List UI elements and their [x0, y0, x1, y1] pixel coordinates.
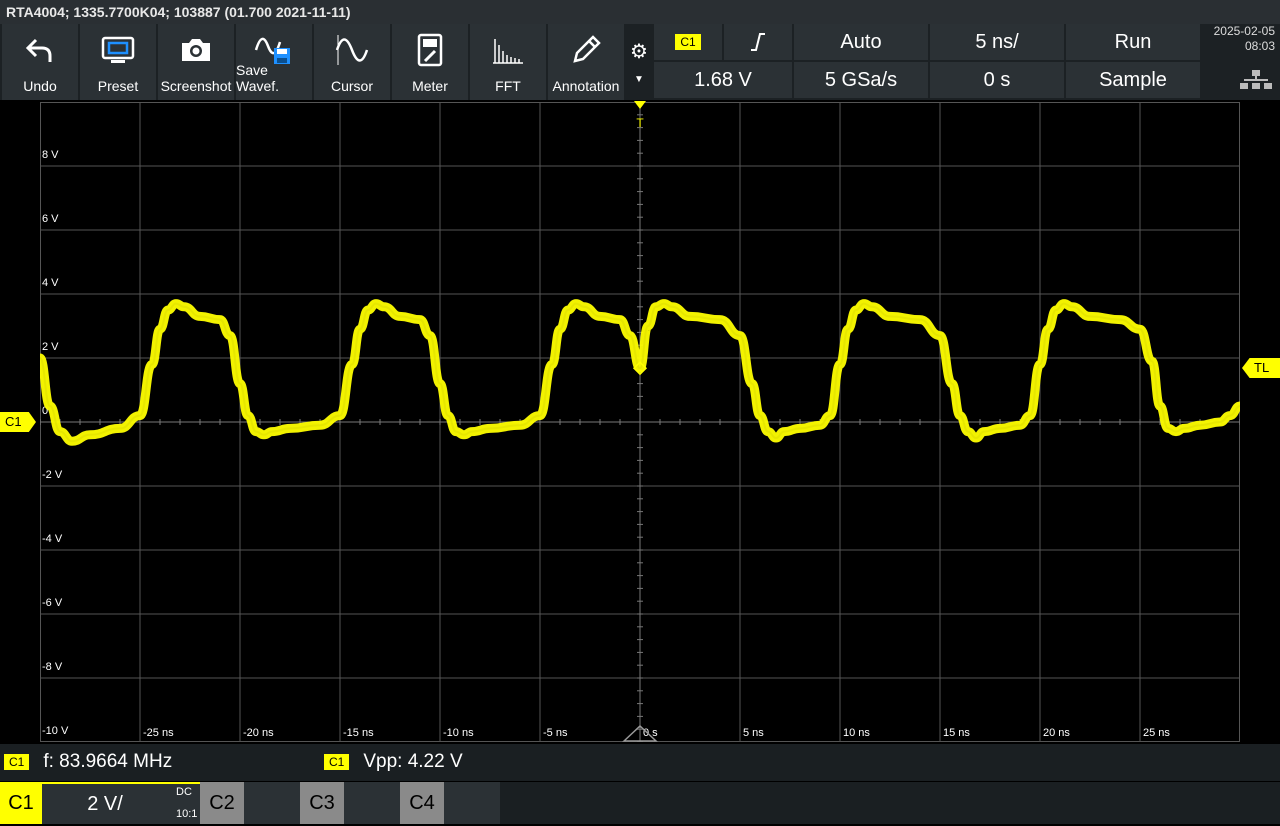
- y-tick-label: 6 V: [42, 213, 59, 225]
- y-tick-label: -4 V: [42, 533, 63, 545]
- camera-icon: [158, 32, 234, 68]
- y-tick-label: 2 V: [42, 341, 59, 353]
- x-tick-label: 10 ns: [843, 727, 870, 739]
- x-tick-label: -20 ns: [243, 727, 274, 739]
- preset-icon: [80, 32, 156, 68]
- x-tick-label: 25 ns: [1143, 727, 1170, 739]
- channel1-scale: 2 V/: [87, 793, 123, 815]
- cursor-button[interactable]: Cursor: [314, 24, 390, 100]
- channel1-offset-marker[interactable]: C1: [0, 412, 36, 432]
- measurement-vpp[interactable]: C1 Vpp: 4.22 V: [324, 751, 463, 773]
- measurement-frequency-value: f: 83.9664 MHz: [43, 751, 173, 772]
- channel3-tab[interactable]: C3: [300, 782, 400, 824]
- cursor-icon: [314, 32, 390, 68]
- chevron-down-icon: ▼: [634, 74, 644, 85]
- measurement-frequency[interactable]: C1 f: 83.9664 MHz: [4, 751, 172, 773]
- pencil-icon: [548, 32, 624, 68]
- channel3-label: C3: [300, 782, 344, 824]
- toolbar: Undo Preset Screenshot Save Wavef. Curso…: [0, 24, 1280, 100]
- annotation-label: Annotation: [552, 78, 620, 94]
- horizontal-offset[interactable]: 0 s: [930, 62, 1064, 98]
- undo-button[interactable]: Undo: [2, 24, 78, 100]
- trigger-position-marker[interactable]: T: [633, 101, 647, 130]
- rising-edge-icon: [751, 33, 765, 51]
- undo-label: Undo: [23, 78, 57, 94]
- trigger-slope[interactable]: [724, 24, 792, 60]
- channel2-label: C2: [200, 782, 244, 824]
- trigger-level[interactable]: 1.68 V: [654, 62, 792, 98]
- waveform-chart: 8 V6 V4 V2 V0-2 V-4 V-6 V-8 V-10 V -25 ns…: [40, 102, 1240, 742]
- y-tick-label: 4 V: [42, 277, 59, 289]
- x-tick-label: -5 ns: [543, 727, 568, 739]
- trigger-position-label: T: [636, 116, 644, 129]
- settings-button[interactable]: ⚙ ▼: [626, 24, 652, 100]
- measurement-vpp-value: Vpp: 4.22 V: [363, 751, 463, 772]
- y-tick-label: -10 V: [42, 725, 69, 737]
- meter-icon: [392, 32, 468, 68]
- clock: 2025-02-05 08:03: [1206, 24, 1280, 54]
- network-icon: [1240, 70, 1272, 95]
- x-tick-label: -15 ns: [343, 727, 374, 739]
- preset-button[interactable]: Preset: [80, 24, 156, 100]
- undo-icon: [2, 32, 78, 68]
- y-tick-label: 8 V: [42, 149, 59, 161]
- fft-label: FFT: [495, 78, 521, 94]
- trigger-source-badge: C1: [675, 34, 701, 50]
- trigger-source[interactable]: C1: [654, 24, 722, 60]
- screenshot-button[interactable]: Screenshot: [158, 24, 234, 100]
- sample-rate[interactable]: 5 GSa/s: [794, 62, 928, 98]
- channel1-probe: 10:1: [176, 808, 198, 820]
- time-text: 08:03: [1244, 39, 1275, 53]
- annotation-button[interactable]: Annotation: [548, 24, 624, 100]
- meter-label: Meter: [412, 78, 448, 94]
- save-waveform-button[interactable]: Save Wavef.: [236, 24, 312, 100]
- timebase-scale[interactable]: 5 ns/: [930, 24, 1064, 60]
- channel1-tab[interactable]: C1 2 V/ DC 10:1: [0, 782, 200, 824]
- channel1-coupling: DC: [176, 786, 192, 798]
- channel4-tab[interactable]: C4: [400, 782, 500, 824]
- trigger-level-marker-label: TL: [1254, 360, 1270, 375]
- save-waveform-icon: [236, 32, 312, 68]
- fft-icon: [470, 32, 546, 68]
- trigger-mode[interactable]: Auto: [794, 24, 928, 60]
- y-tick-label: -2 V: [42, 469, 63, 481]
- preset-label: Preset: [97, 78, 139, 94]
- measurement-vpp-source: C1: [324, 754, 350, 770]
- channel1-label: C1: [0, 782, 42, 824]
- run-state[interactable]: Run: [1066, 24, 1200, 60]
- meter-button[interactable]: Meter: [392, 24, 468, 100]
- x-tick-label: 15 ns: [943, 727, 970, 739]
- fft-button[interactable]: FFT: [470, 24, 546, 100]
- x-tick-label: -25 ns: [143, 727, 174, 739]
- y-tick-label: -8 V: [42, 661, 63, 673]
- channel4-label: C4: [400, 782, 444, 824]
- date-text: 2025-02-05: [1213, 24, 1275, 38]
- acquisition-mode[interactable]: Sample: [1066, 62, 1200, 98]
- measurement-bar: C1 f: 83.9664 MHz C1 Vpp: 4.22 V: [0, 744, 1280, 781]
- channel1-marker-label: C1: [5, 414, 22, 429]
- x-tick-label: 20 ns: [1043, 727, 1070, 739]
- x-tick-label: 0 s: [643, 727, 658, 739]
- screenshot-label: Screenshot: [160, 78, 232, 94]
- trigger-level-marker[interactable]: TL: [1242, 358, 1280, 378]
- measurement-frequency-source: C1: [4, 754, 30, 770]
- y-tick-label: -6 V: [42, 597, 63, 609]
- window-title: RTA4004; 1335.7700K04; 103887 (01.700 20…: [0, 0, 1280, 24]
- channel-bar: C1 2 V/ DC 10:1 C2 C3 C4: [0, 782, 1280, 824]
- gear-icon: ⚙: [630, 41, 648, 63]
- x-tick-label: 5 ns: [743, 727, 764, 739]
- channel2-tab[interactable]: C2: [200, 782, 300, 824]
- waveform-display[interactable]: 8 V6 V4 V2 V 0 -2 V -4 V -6 V -8 V -10 V -25 ns…: [40, 102, 1240, 742]
- cursor-label: Cursor: [330, 78, 373, 94]
- x-tick-label: -10 ns: [443, 727, 474, 739]
